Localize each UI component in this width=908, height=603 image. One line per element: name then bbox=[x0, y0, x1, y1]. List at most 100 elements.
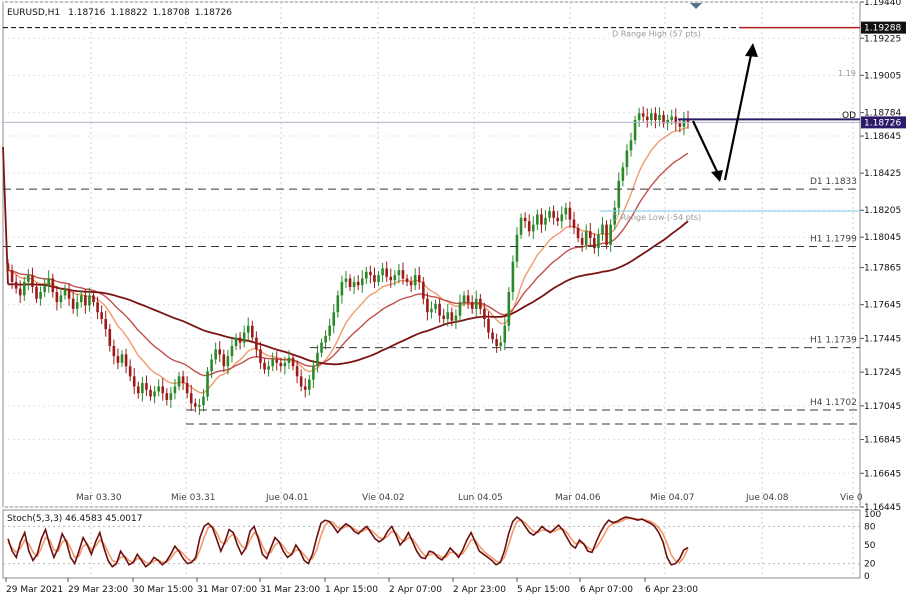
stoch-tick-label: 0 bbox=[864, 572, 870, 582]
od-label: OD bbox=[842, 111, 856, 121]
time-label: 6 Apr 23:00 bbox=[645, 585, 698, 595]
candle-body bbox=[479, 298, 482, 309]
candle-body bbox=[536, 214, 539, 225]
time-label: 1 Apr 15:00 bbox=[325, 585, 378, 595]
candle-body bbox=[584, 231, 588, 245]
stoch-tick-label: 100 bbox=[864, 510, 881, 520]
candle-body bbox=[377, 275, 380, 282]
candle-body bbox=[226, 356, 230, 367]
candle-body bbox=[637, 113, 641, 121]
candle-body bbox=[487, 318, 490, 333]
y-tick-label: 1.19225 bbox=[864, 34, 901, 44]
date-label: Mie 04.07 bbox=[650, 493, 694, 503]
candle-body bbox=[564, 207, 568, 215]
candle-body bbox=[434, 303, 437, 309]
candle-body bbox=[63, 288, 67, 296]
candle-body bbox=[422, 281, 425, 299]
candle-body bbox=[654, 113, 657, 121]
price-tag-high: 1.19288 bbox=[864, 24, 901, 34]
candle-body bbox=[22, 281, 26, 296]
candle-body bbox=[259, 349, 262, 363]
y-tick-label: 1.16645 bbox=[864, 469, 901, 479]
candle-body bbox=[454, 315, 458, 321]
candle-body bbox=[27, 275, 30, 282]
candle-body bbox=[483, 308, 486, 319]
candle-body bbox=[462, 295, 466, 303]
candle-body bbox=[283, 362, 287, 367]
candle-body bbox=[136, 386, 140, 394]
candle-body bbox=[678, 123, 682, 127]
candle-body bbox=[458, 302, 462, 316]
y-tick-label: 1.17045 bbox=[864, 402, 901, 412]
symbol-header: EURUSD,H1 1.18716 1.18822 1.18708 1.18726 bbox=[7, 8, 232, 18]
candle-body bbox=[177, 376, 181, 387]
candle-body bbox=[360, 278, 364, 286]
candle-body bbox=[670, 116, 674, 121]
price-tag-current: 1.18726 bbox=[864, 118, 901, 128]
candle-body bbox=[385, 268, 388, 277]
candle-body bbox=[157, 386, 160, 392]
candle-body bbox=[251, 325, 254, 338]
date-label: Vie 0 bbox=[840, 493, 863, 503]
candle-body bbox=[128, 366, 132, 377]
range-low-label: D Range Low (-54 pts) bbox=[612, 213, 701, 222]
candle-body bbox=[531, 224, 535, 232]
y-tick-label: 1.18425 bbox=[864, 169, 901, 179]
y-tick-label: 1.19005 bbox=[864, 71, 901, 81]
candle-body bbox=[491, 332, 494, 340]
candle-body bbox=[556, 217, 560, 222]
candle-body bbox=[218, 349, 222, 355]
candle-body bbox=[369, 271, 372, 276]
candle-body bbox=[470, 302, 474, 309]
candle-body bbox=[658, 114, 661, 121]
candle-body bbox=[116, 356, 120, 363]
candle-body bbox=[466, 295, 470, 303]
candle-body bbox=[499, 342, 502, 346]
candle-body bbox=[59, 295, 63, 303]
candle-body bbox=[588, 231, 592, 239]
candle-body bbox=[230, 345, 234, 357]
candle-body bbox=[324, 335, 327, 343]
candle-body bbox=[18, 288, 22, 296]
candle-body bbox=[161, 386, 165, 394]
candle-body bbox=[405, 278, 409, 282]
date-label: Vie 04.02 bbox=[362, 493, 405, 503]
candle-body bbox=[393, 275, 397, 281]
candle-body bbox=[413, 275, 417, 286]
candle-body bbox=[552, 211, 555, 218]
candle-body bbox=[112, 345, 116, 357]
candle-body bbox=[75, 302, 79, 309]
candle-body bbox=[312, 366, 315, 380]
candle-body bbox=[299, 376, 303, 387]
candle-body bbox=[31, 275, 34, 287]
candle-body bbox=[189, 393, 193, 404]
candle-body bbox=[442, 315, 445, 319]
candle-body bbox=[320, 342, 323, 353]
candle-body bbox=[242, 332, 246, 343]
candle-body bbox=[202, 396, 205, 405]
date-label: Jue 04.08 bbox=[745, 493, 789, 503]
candle-body bbox=[430, 308, 433, 313]
chart-canvas: D1 1.1833 H1 1.1799 H1 1.1739 H4 1.1702 D Ra… bbox=[2, 0, 906, 595]
candle-body bbox=[609, 224, 612, 245]
candle-body bbox=[141, 383, 144, 394]
candle-body bbox=[507, 292, 511, 326]
y-tick-label: 1.17445 bbox=[864, 334, 901, 344]
candle-body bbox=[417, 275, 421, 282]
candle-body bbox=[255, 337, 258, 350]
candle-body bbox=[104, 318, 108, 330]
candle-body bbox=[67, 288, 71, 299]
candle-body bbox=[275, 359, 279, 363]
time-label: 6 Apr 07:00 bbox=[580, 585, 633, 595]
candle-body bbox=[214, 349, 217, 360]
y-tick-label: 1.18205 bbox=[864, 206, 901, 216]
candle-body bbox=[206, 371, 209, 397]
level-label: H4 1.1702 bbox=[810, 398, 857, 408]
time-label: 30 Mar 15:00 bbox=[133, 585, 193, 595]
candle-body bbox=[295, 366, 299, 377]
candle-body bbox=[10, 270, 14, 282]
y-tick-label: 1.19440 bbox=[864, 0, 901, 8]
candle-body bbox=[568, 207, 572, 220]
candle-body bbox=[263, 362, 266, 370]
candle-body bbox=[267, 366, 270, 370]
